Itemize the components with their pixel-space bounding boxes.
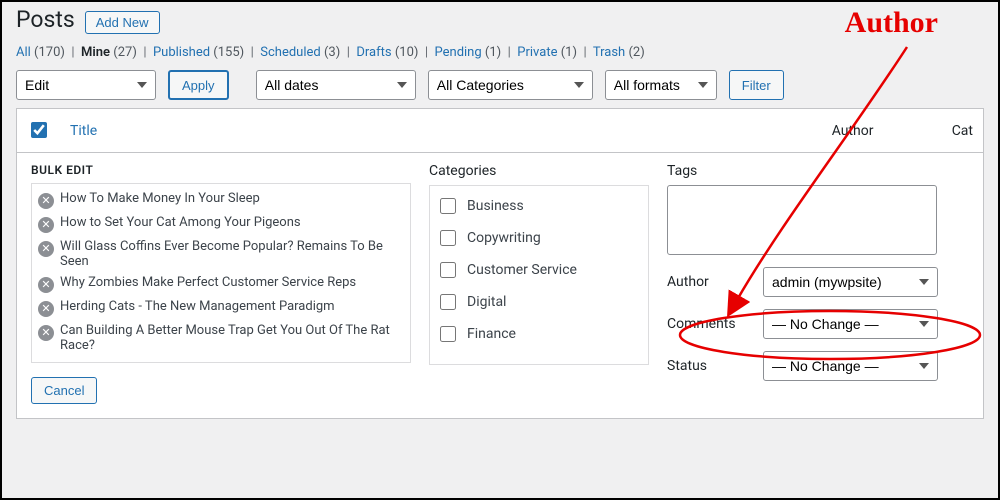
- column-author[interactable]: Author: [822, 109, 942, 153]
- filter-all[interactable]: All: [16, 45, 31, 60]
- category-item[interactable]: Finance: [434, 318, 644, 350]
- add-new-button[interactable]: Add New: [85, 11, 160, 34]
- list-item: ✕Will Glass Coffins Ever Become Popular?…: [36, 236, 406, 272]
- comments-label: Comments: [667, 316, 749, 332]
- post-status-filters: All (170) | Mine (27) | Published (155) …: [16, 45, 984, 60]
- list-item: ✕How to Set Your Cat Among Your Pigeons: [36, 212, 406, 236]
- category-item[interactable]: Business: [434, 190, 644, 222]
- bulk-posts-list[interactable]: ✕How To Make Money In Your Sleep ✕How to…: [31, 183, 411, 363]
- bulk-edit-heading: BULK EDIT: [31, 163, 411, 177]
- tags-label: Tags: [667, 163, 969, 179]
- filter-trash[interactable]: Trash: [593, 45, 625, 60]
- list-item: ✕How To Make Money In Your Sleep: [36, 188, 406, 212]
- filter-pending[interactable]: Pending: [435, 45, 482, 60]
- author-select[interactable]: admin (mywpsite): [763, 267, 938, 297]
- remove-icon[interactable]: ✕: [38, 325, 54, 341]
- filter-private[interactable]: Private: [517, 45, 557, 60]
- tags-input[interactable]: [667, 185, 937, 255]
- list-item: ✕Can Building A Better Mouse Trap Get Yo…: [36, 320, 406, 356]
- cancel-button[interactable]: Cancel: [31, 377, 97, 404]
- category-item[interactable]: Copywriting: [434, 222, 644, 254]
- category-checkbox[interactable]: [440, 230, 456, 246]
- category-checkbox[interactable]: [440, 294, 456, 310]
- category-checkbox[interactable]: [440, 262, 456, 278]
- select-all-checkbox[interactable]: [31, 122, 47, 138]
- bulk-edit-row: BULK EDIT ✕How To Make Money In Your Sle…: [17, 153, 984, 419]
- category-checkbox[interactable]: [440, 198, 456, 214]
- status-label: Status: [667, 358, 749, 374]
- column-categories[interactable]: Cat: [942, 109, 984, 153]
- filter-mine[interactable]: Mine: [81, 45, 110, 60]
- filter-button[interactable]: Filter: [729, 70, 784, 100]
- list-item: ✕Why Zombies Make Perfect Customer Servi…: [36, 272, 406, 296]
- categories-label: Categories: [429, 163, 649, 179]
- page-title: Posts: [16, 6, 75, 33]
- dates-select[interactable]: All dates: [256, 70, 416, 100]
- remove-icon[interactable]: ✕: [38, 277, 54, 293]
- status-select[interactable]: — No Change —: [763, 351, 938, 381]
- bulk-categories-list[interactable]: Business Copywriting Customer Service Di…: [429, 185, 649, 365]
- category-checkbox[interactable]: [440, 326, 456, 342]
- apply-button[interactable]: Apply: [168, 70, 229, 100]
- bulk-action-select[interactable]: Edit: [16, 70, 156, 100]
- categories-select[interactable]: All Categories: [428, 70, 593, 100]
- author-label: Author: [667, 274, 749, 290]
- comments-select[interactable]: — No Change —: [763, 309, 938, 339]
- filter-scheduled[interactable]: Scheduled: [260, 45, 320, 60]
- category-item[interactable]: Digital: [434, 286, 644, 318]
- remove-icon[interactable]: ✕: [38, 217, 54, 233]
- remove-icon[interactable]: ✕: [38, 241, 54, 257]
- list-item: ✕Herding Cats - The New Management Parad…: [36, 296, 406, 320]
- filter-published[interactable]: Published: [153, 45, 210, 60]
- category-item[interactable]: Customer Service: [434, 254, 644, 286]
- column-title[interactable]: Title: [60, 109, 822, 153]
- remove-icon[interactable]: ✕: [38, 193, 54, 209]
- formats-select[interactable]: All formats: [605, 70, 717, 100]
- remove-icon[interactable]: ✕: [38, 301, 54, 317]
- filter-drafts[interactable]: Drafts: [356, 45, 391, 60]
